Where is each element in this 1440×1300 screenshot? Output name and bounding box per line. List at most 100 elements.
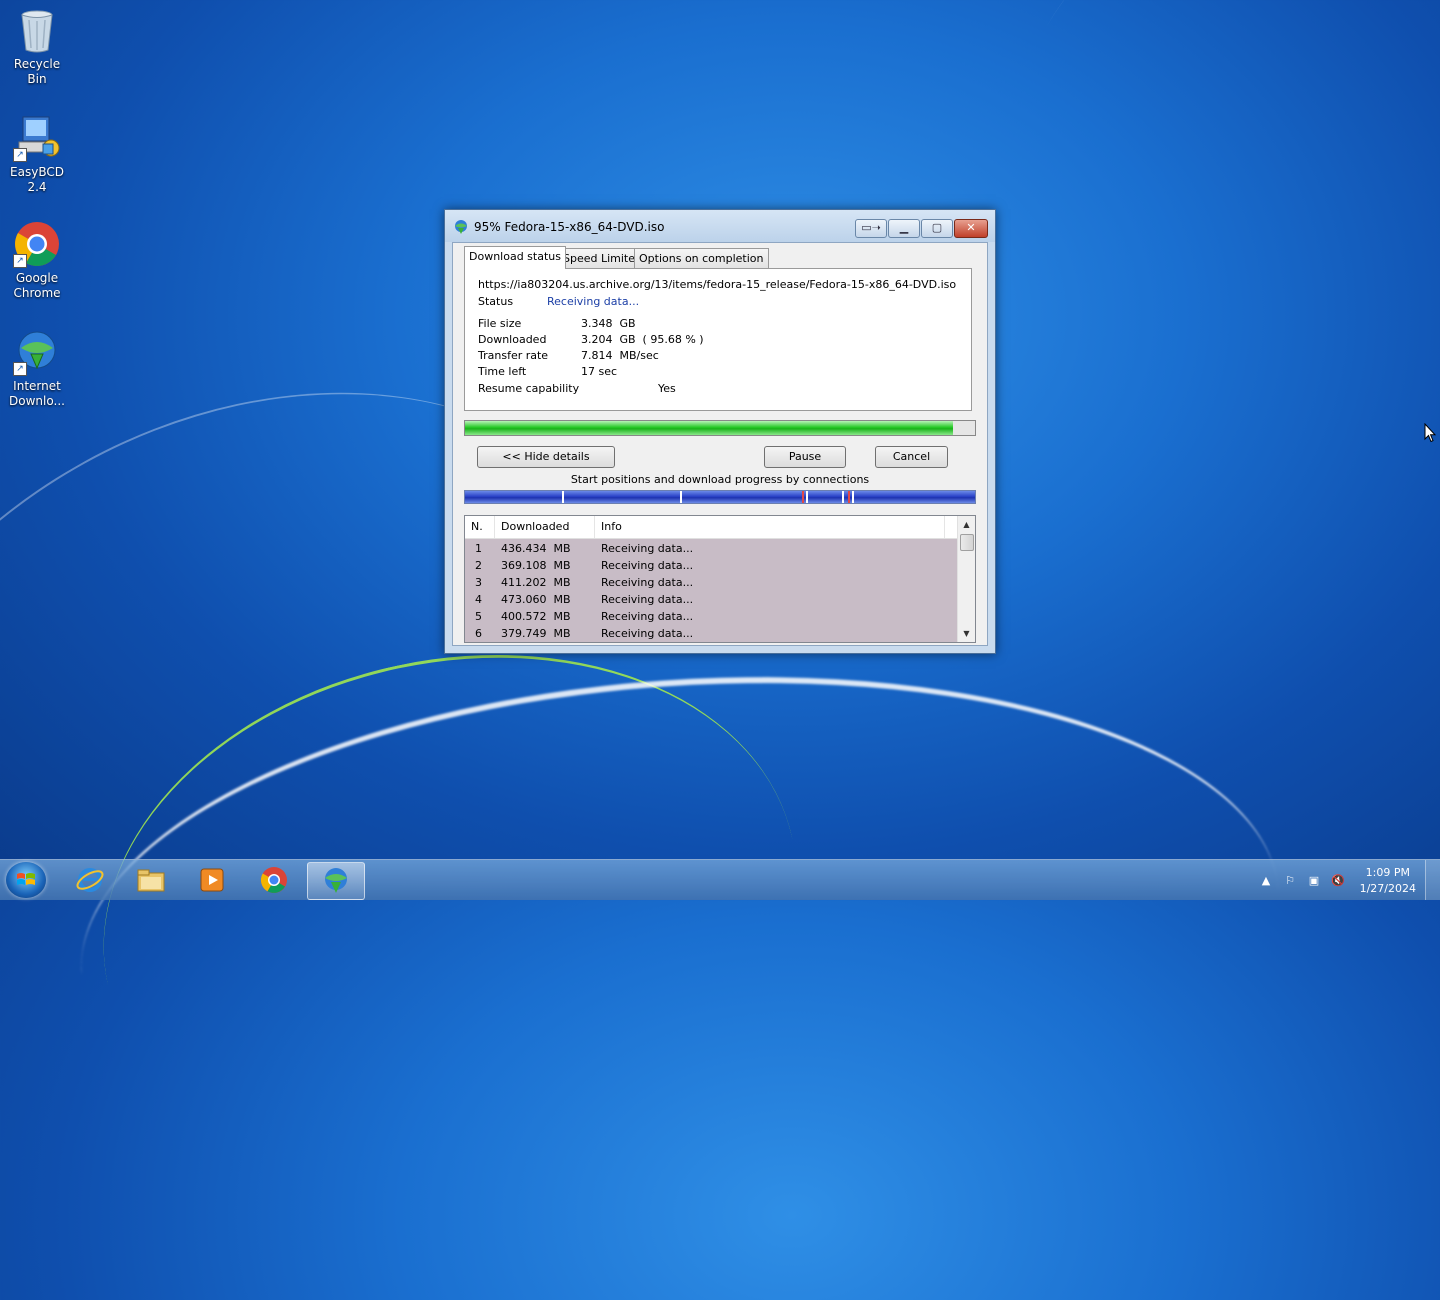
cell-downloaded: 400.572 MB	[501, 610, 571, 623]
table-header: N. Downloaded Info	[465, 516, 958, 539]
download-status-panel: https://ia803204.us.archive.org/13/items…	[464, 268, 972, 411]
status-value: Receiving data...	[547, 295, 640, 308]
minimize-icon: ▁	[899, 221, 909, 234]
clock-time: 1:09 PM	[1365, 866, 1410, 879]
cell-info: Receiving data...	[601, 576, 694, 589]
window-client-area: Download status Speed Limiter Options on…	[452, 242, 988, 646]
maximize-icon: ▢	[931, 221, 943, 234]
desktop-icon-label: Recycle Bin	[13, 57, 61, 86]
windows-logo-icon	[17, 873, 35, 885]
idm-app-icon	[453, 219, 469, 235]
column-header-info[interactable]: Info	[595, 516, 945, 538]
cell-downloaded: 379.749 MB	[501, 627, 571, 640]
clock-date: 1/27/2024	[1359, 882, 1416, 895]
mouse-cursor-icon	[1424, 422, 1437, 443]
connection-marker	[806, 491, 808, 503]
start-button[interactable]	[6, 862, 46, 898]
tab-speed-limiter[interactable]: Speed Limiter	[558, 248, 645, 269]
show-desktop-button[interactable]	[1425, 860, 1440, 900]
scrollbar-thumb[interactable]	[960, 534, 974, 551]
download-progress-bar	[464, 420, 976, 436]
download-window: 95% Fedora-15-x86_64-DVD.iso ▭➝ ▁ ▢ ✕ Do…	[444, 209, 996, 654]
file-size-label: File size	[478, 317, 522, 330]
tab-options-on-completion[interactable]: Options on completion	[634, 248, 769, 269]
desktop-icon-recycle-bin[interactable]: Recycle Bin	[4, 6, 70, 87]
tab-download-status[interactable]: Download status	[464, 246, 566, 269]
desktop-icon-label: Google Chrome	[13, 271, 61, 300]
cancel-button[interactable]: Cancel	[875, 446, 948, 468]
hide-details-button[interactable]: << Hide details	[477, 446, 615, 468]
connection-marker	[562, 491, 564, 503]
column-header-n[interactable]: N.	[465, 516, 495, 538]
shortcut-arrow-icon: ↗	[13, 254, 27, 268]
downloaded-label: Downloaded	[478, 333, 547, 346]
transfer-rate-label: Transfer rate	[478, 349, 549, 362]
idm-icon: ↗	[13, 328, 61, 376]
show-hidden-icons-icon[interactable]: ▲	[1259, 874, 1273, 888]
wallpaper-swoosh	[63, 638, 1297, 1228]
cell-n: 5	[475, 610, 482, 623]
minimize-button[interactable]: ▁	[888, 219, 920, 238]
connections-table: N. Downloaded Info 1 436.434 MB Receivin…	[464, 515, 976, 643]
table-row[interactable]: 6 379.749 MB Receiving data...	[465, 625, 958, 642]
taskbar-windows-explorer[interactable]	[123, 862, 179, 898]
connection-marker	[680, 491, 682, 503]
status-label: Status	[478, 295, 514, 308]
taskbar: ▲ ⚐ ▣ 🔇 1:09 PM 1/27/2024	[0, 859, 1440, 900]
taskbar-internet-download-manager[interactable]	[307, 862, 365, 900]
recycle-bin-icon	[13, 6, 61, 54]
taskbar-media-player[interactable]	[184, 862, 240, 898]
scroll-up-icon[interactable]: ▲	[958, 516, 975, 533]
chrome-icon	[260, 867, 287, 893]
cell-info: Receiving data...	[601, 593, 694, 606]
download-progress-fill	[465, 421, 953, 435]
system-clock[interactable]: 1:09 PM 1/27/2024	[1360, 865, 1416, 897]
connection-marker	[852, 491, 854, 503]
network-icon[interactable]: ▣	[1307, 874, 1321, 888]
desktop-icon-label: EasyBCD 2.4	[10, 165, 64, 194]
cell-info: Receiving data...	[601, 559, 694, 572]
file-size-value: 3.348 GB	[581, 317, 636, 330]
cell-n: 3	[475, 576, 482, 589]
tray-arrow-icon: ▭➝	[861, 221, 881, 234]
folder-icon	[137, 869, 165, 892]
taskbar-google-chrome[interactable]	[246, 862, 302, 898]
desktop-icon-internet-download-manager[interactable]: ↗ Internet Downlo...	[4, 328, 70, 409]
cell-n: 1	[475, 542, 482, 555]
maximize-button[interactable]: ▢	[921, 219, 953, 238]
cell-info: Receiving data...	[601, 542, 694, 555]
title-bar[interactable]: 95% Fedora-15-x86_64-DVD.iso ▭➝ ▁ ▢ ✕	[445, 210, 995, 242]
time-left-value: 17 sec	[581, 365, 618, 378]
close-icon: ✕	[966, 221, 976, 234]
pause-button[interactable]: Pause	[764, 446, 846, 468]
table-row[interactable]: 5 400.572 MB Receiving data...	[465, 608, 958, 625]
volume-muted-icon[interactable]: 🔇	[1331, 874, 1345, 888]
table-scrollbar[interactable]: ▲ ▼	[957, 516, 975, 642]
desktop-icon-google-chrome[interactable]: ↗ Google Chrome	[4, 220, 70, 301]
minimize-to-tray-button[interactable]: ▭➝	[855, 219, 887, 238]
desktop-icon-label: Internet Downlo...	[9, 379, 65, 408]
cell-n: 2	[475, 559, 482, 572]
internet-explorer-icon	[76, 868, 104, 892]
table-row[interactable]: 3 411.202 MB Receiving data...	[465, 574, 958, 591]
resume-capability-value: Yes	[658, 382, 676, 395]
cell-downloaded: 436.434 MB	[501, 542, 571, 555]
scroll-down-icon[interactable]: ▼	[958, 625, 975, 642]
resume-capability-label: Resume capability	[478, 382, 580, 395]
close-button[interactable]: ✕	[954, 219, 988, 238]
taskbar-internet-explorer[interactable]	[62, 862, 118, 898]
desktop-icon-easybcd[interactable]: ↗ EasyBCD 2.4	[4, 114, 70, 195]
downloaded-value: 3.204 GB ( 95.68 % )	[581, 333, 704, 346]
table-row[interactable]: 2 369.108 MB Receiving data...	[465, 557, 958, 574]
table-row[interactable]: 1 436.434 MB Receiving data...	[465, 540, 958, 557]
table-row[interactable]: 4 473.060 MB Receiving data...	[465, 591, 958, 608]
media-player-icon	[200, 868, 224, 892]
shortcut-arrow-icon: ↗	[13, 148, 27, 162]
column-header-downloaded[interactable]: Downloaded	[495, 516, 595, 538]
cell-info: Receiving data...	[601, 627, 694, 640]
connection-marker	[848, 491, 850, 503]
cell-downloaded: 411.202 MB	[501, 576, 571, 589]
connection-marker	[802, 491, 804, 503]
cell-downloaded: 369.108 MB	[501, 559, 571, 572]
action-center-flag-icon[interactable]: ⚐	[1283, 874, 1297, 888]
